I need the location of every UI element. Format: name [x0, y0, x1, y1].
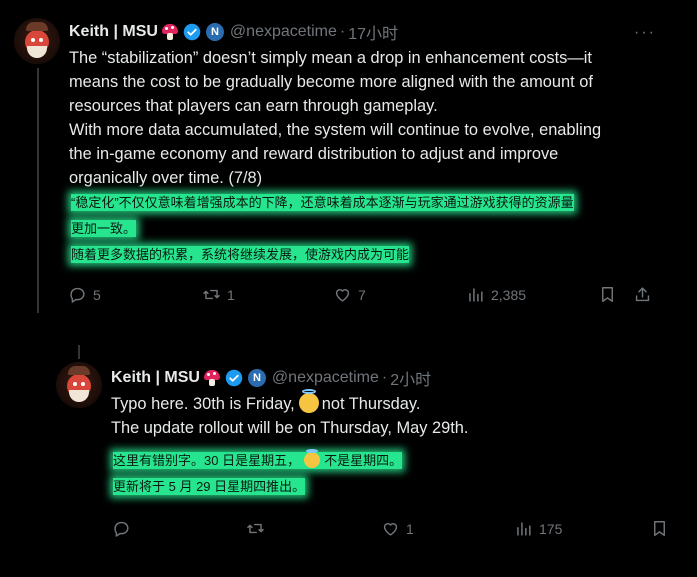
tweet-header: Keith | MSU N @nexpacetime · 17小时: [69, 20, 398, 44]
share-button[interactable]: [633, 285, 652, 304]
body-text-part: Typo here. 30th is Friday,: [111, 395, 295, 413]
bookmark-button[interactable]: [650, 519, 669, 538]
like-count: 1: [406, 520, 414, 537]
share-icon: [635, 287, 650, 302]
app-badge-icon: N: [247, 369, 266, 387]
verified-icon: [225, 369, 243, 387]
verified-icon: [183, 23, 201, 41]
thread-connector: [78, 345, 80, 359]
translation-line: 这里有错别字。30 日是星期五， 不是星期四。: [113, 449, 403, 469]
translation-line: “稳定化”不仅仅意味着增强成本的下降，还意味着成本逐渐与玩家通过游戏获得的资源量: [71, 194, 574, 211]
reply-icon: [70, 287, 85, 303]
retweet-button[interactable]: [246, 519, 271, 538]
views-count: 175: [539, 520, 563, 537]
body-text-part: not Thursday.: [321, 395, 421, 413]
action-bar: 5 1 7 2,385: [0, 285, 697, 309]
reply-icon: [114, 521, 129, 537]
author-name[interactable]: Keith | MSU: [111, 369, 200, 387]
bookmark-button[interactable]: [598, 285, 617, 304]
body-line: The update rollout will be on Thursday, …: [111, 419, 469, 437]
retweet-icon: [247, 523, 264, 534]
action-bar: 1 175: [0, 519, 697, 543]
views-count: 2,385: [491, 286, 527, 303]
tweet-2[interactable]: Keith | MSU N @nexpacetime · 2小时 Typo he…: [0, 345, 697, 577]
like-icon: [383, 523, 398, 536]
retweet-count: 1: [227, 286, 235, 303]
translation-text-part: 不是星期四。: [324, 453, 403, 468]
tweet-timestamp[interactable]: 17小时: [348, 20, 398, 44]
bookmark-icon: [602, 287, 613, 302]
mushroom-icon: [203, 369, 221, 387]
like-icon: [335, 289, 350, 302]
avatar[interactable]: [56, 362, 102, 408]
body-line: resources that players can earn through …: [69, 97, 438, 115]
translation-line: 更新将于 5 月 29 日星期四推出。: [113, 478, 306, 495]
body-line: With more data accumulated, the system w…: [69, 121, 602, 139]
translation-line: 更加一致。: [71, 220, 137, 237]
avatar[interactable]: [14, 18, 60, 64]
tweet-header: Keith | MSU N @nexpacetime · 2小时: [111, 366, 431, 390]
author-handle[interactable]: @nexpacetime: [230, 23, 337, 41]
views-icon: [469, 288, 483, 302]
reply-button[interactable]: [112, 519, 137, 538]
tweet-body: Typo here. 30th is Friday, not Thursday. …: [111, 389, 671, 440]
body-line: means the cost to be gradually become mo…: [69, 73, 593, 91]
like-button[interactable]: 7: [333, 285, 366, 304]
thread-connector: [37, 68, 39, 313]
tweet-body: The “stabilization” doesn’t simply mean …: [69, 46, 669, 190]
separator: ·: [339, 23, 346, 40]
body-line: organically over time. (7/8): [69, 169, 263, 187]
separator: ·: [381, 369, 388, 386]
translation-block: “稳定化”不仅仅意味着增强成本的下降，还意味着成本逐渐与玩家通过游戏获得的资源量…: [71, 191, 671, 269]
reply-count: 5: [93, 286, 101, 303]
halo-emoji-icon: [304, 449, 321, 468]
translation-text-part: 这里有错别字。30 日是星期五，: [113, 453, 301, 468]
retweet-icon: [203, 289, 220, 300]
tweet-1[interactable]: Keith | MSU N @nexpacetime · 17小时 ··· Th…: [0, 0, 697, 330]
like-count: 7: [358, 286, 366, 303]
views-button[interactable]: 175: [514, 519, 562, 538]
app-badge-icon: N: [205, 23, 224, 41]
thread-view: Keith | MSU N @nexpacetime · 17小时 ··· Th…: [0, 0, 697, 577]
mushroom-icon: [161, 23, 179, 41]
body-line: Typo here. 30th is Friday, not Thursday.: [111, 389, 671, 416]
like-button[interactable]: 1: [381, 519, 414, 538]
retweet-button[interactable]: 1: [202, 285, 235, 304]
body-line: the in-game economy and reward distribut…: [69, 145, 559, 163]
author-name[interactable]: Keith | MSU: [69, 23, 158, 41]
halo-emoji-icon: [298, 389, 319, 413]
tweet-timestamp[interactable]: 2小时: [390, 366, 431, 390]
views-icon: [517, 522, 531, 536]
views-button[interactable]: 2,385: [466, 285, 526, 304]
more-icon[interactable]: ···: [634, 24, 656, 42]
translation-line: 随着更多数据的积累，系统将继续发展，使游戏内成为可能: [71, 246, 410, 263]
body-line: The “stabilization” doesn’t simply mean …: [69, 49, 592, 67]
bookmark-icon: [654, 521, 665, 536]
author-handle[interactable]: @nexpacetime: [272, 369, 379, 387]
translation-block: 这里有错别字。30 日是星期五， 不是星期四。 更新将于 5 月 29 日星期四推…: [113, 449, 673, 501]
reply-button[interactable]: 5: [68, 285, 101, 304]
